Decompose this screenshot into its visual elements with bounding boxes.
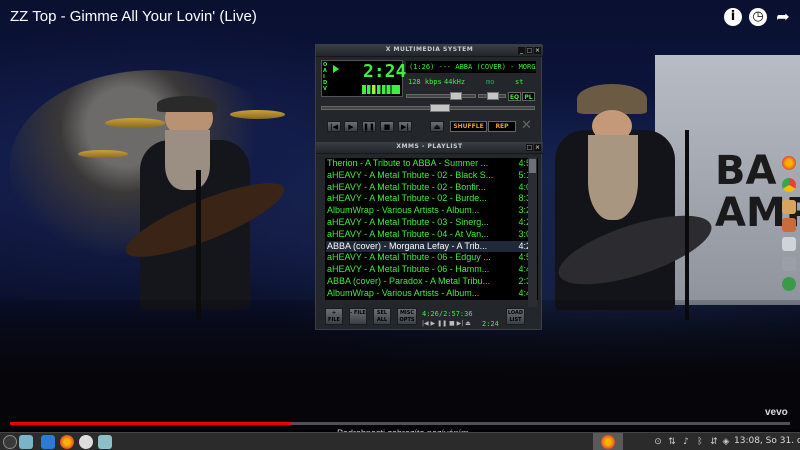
playlist-row[interactable]: aHEAVY - A Metal Tribute - 02 - Burde...… xyxy=(326,193,537,204)
repeat-button[interactable]: REP xyxy=(488,121,516,132)
clock-icon[interactable]: ◷ xyxy=(749,8,767,26)
playlist-row[interactable]: AlbumWrap - Various Artists - Album...4:… xyxy=(326,288,537,299)
beard xyxy=(165,130,210,190)
playlist-close-button[interactable]: × xyxy=(534,144,541,151)
playlist-scrollbar[interactable] xyxy=(528,157,537,307)
bluetooth-icon[interactable]: ᛒ xyxy=(695,437,705,447)
beard xyxy=(588,135,638,220)
network-icon[interactable]: ⇅ xyxy=(667,437,677,447)
cymbal xyxy=(230,110,285,119)
mic-stand xyxy=(196,170,201,320)
eject-button[interactable]: ⏏ xyxy=(430,121,444,132)
video-title[interactable]: ZZ Top - Gimme All Your Lovin' (Live) xyxy=(10,8,257,25)
remove-file-button[interactable]: - FILE xyxy=(349,308,367,325)
share-icon[interactable]: ➦ xyxy=(774,8,792,26)
playlist-row[interactable]: aHEAVY - A Metal Tribute - 03 - Sinerg..… xyxy=(326,217,537,228)
elapsed-time[interactable]: 2:24 xyxy=(363,61,406,82)
firefox-icon xyxy=(601,435,615,449)
stop-button[interactable]: ■ xyxy=(380,121,394,132)
stereo-indicator: st xyxy=(515,78,524,86)
previous-button[interactable]: |◀ xyxy=(327,121,341,132)
show-desktop-icon[interactable] xyxy=(19,435,33,449)
bitrate: 128 kbps xyxy=(408,78,442,86)
playlist-shade-button[interactable]: □ xyxy=(526,144,533,151)
app-dock-icon[interactable] xyxy=(782,218,796,232)
seek-slider[interactable] xyxy=(321,104,535,112)
video-progress-bar[interactable] xyxy=(10,422,790,425)
obs-icon[interactable] xyxy=(79,435,93,449)
app-launcher-icon[interactable] xyxy=(41,435,55,449)
mic-stand xyxy=(685,130,689,320)
select-all-button[interactable]: SEL ALL xyxy=(373,308,391,325)
firefox-dock-icon[interactable] xyxy=(782,156,796,170)
next-button[interactable]: ▶| xyxy=(398,121,412,132)
shade-button[interactable]: □ xyxy=(526,47,533,54)
info-icon[interactable]: i xyxy=(724,8,742,26)
minimize-button[interactable]: _ xyxy=(518,47,525,54)
playlist-row[interactable]: Therion - A Tribute to ABBA - Summer ...… xyxy=(326,158,537,169)
xmms-titlebar[interactable]: X MULTIMEDIA SYSTEM _ □ × xyxy=(316,45,543,57)
song-marquee: (1:26) --- ABBA (COVER) - MORGANA xyxy=(406,61,536,73)
hat xyxy=(157,96,217,112)
seek-knob[interactable] xyxy=(430,104,450,112)
volume-knob[interactable] xyxy=(450,92,462,100)
firefox-icon[interactable] xyxy=(60,435,74,449)
steam-icon[interactable]: ⊙ xyxy=(653,437,663,447)
misc-options-button[interactable]: MISC OPTS xyxy=(397,308,417,325)
clock[interactable]: 13:08, So 31. dec xyxy=(734,436,800,446)
video-progress-fill xyxy=(10,422,291,425)
shuffle-button[interactable]: SHUFFLE xyxy=(450,121,487,132)
shield-icon[interactable]: ◈ xyxy=(721,437,731,447)
editor-dock-icon[interactable] xyxy=(782,237,796,251)
xmms-window[interactable]: X MULTIMEDIA SYSTEM _ □ × OAIDV 2:24 (1:… xyxy=(315,44,543,330)
playlist-row[interactable]: aHEAVY - A Metal Tribute - 02 - Bonfir..… xyxy=(326,182,537,193)
app-dock-icon[interactable] xyxy=(782,277,796,291)
vevo-watermark: vevo xyxy=(765,407,788,418)
balance-slider[interactable] xyxy=(478,92,506,100)
samplerate: 44kHz xyxy=(444,78,466,86)
pause-button[interactable]: ❚❚ xyxy=(362,121,376,132)
menu-icon[interactable] xyxy=(3,435,17,449)
mono-indicator: mo xyxy=(486,78,495,86)
files-icon[interactable] xyxy=(98,435,112,449)
cymbal xyxy=(78,150,128,158)
load-list-button[interactable]: LOAD LIST xyxy=(506,308,525,325)
playlist-mini-controls[interactable]: |◀ ▶ ❚❚ ■ ▶| ⏏ xyxy=(422,320,471,327)
volume-icon[interactable]: ♪ xyxy=(681,437,691,447)
playlist-elapsed: 2:24 xyxy=(482,320,499,328)
cymbal xyxy=(105,118,165,128)
mode-letters: OAIDV xyxy=(323,62,328,92)
close-button[interactable]: × xyxy=(534,47,541,54)
chrome-dock-icon[interactable] xyxy=(782,178,796,192)
playlist-list[interactable]: Therion - A Tribute to ABBA - Summer ...… xyxy=(325,158,538,300)
xmms-title: X MULTIMEDIA SYSTEM xyxy=(385,46,474,53)
playlist-title: XMMS - PLAYLIST xyxy=(396,143,463,150)
arrows-icon[interactable]: ⇵ xyxy=(709,437,719,447)
play-button[interactable]: ▶ xyxy=(344,121,358,132)
add-file-button[interactable]: + FILE xyxy=(325,308,343,325)
taskbar: ⊙ ⇅ ♪ ᛒ ⇵ ◈ 13:08, So 31. dec xyxy=(0,432,800,450)
app-dock-icon[interactable] xyxy=(782,200,796,214)
playlist-row[interactable]: AlbumWrap - Various Artists - Album...3:… xyxy=(326,205,537,216)
playlist-titlebar[interactable]: XMMS - PLAYLIST □ × xyxy=(316,142,543,154)
eq-toggle[interactable]: EQ xyxy=(508,92,521,101)
files-dock-icon[interactable] xyxy=(782,257,796,271)
xmms-logo-icon[interactable]: ✕ xyxy=(521,119,536,133)
volume-slider[interactable] xyxy=(406,92,476,100)
active-window-button[interactable] xyxy=(593,433,623,450)
playlist-toggle[interactable]: PL xyxy=(522,92,535,101)
playlist-row[interactable]: aHEAVY - A Metal Tribute - 06 - Hamm...4… xyxy=(326,264,537,275)
playlist-row[interactable]: ABBA (cover) - Paradox - A Metal Tribu..… xyxy=(326,276,537,287)
balance-knob[interactable] xyxy=(487,92,499,100)
playlist-scroll-knob[interactable] xyxy=(529,159,536,173)
play-indicator-icon xyxy=(333,65,339,73)
playlist-row[interactable]: aHEAVY - A Metal Tribute - 04 - At Van..… xyxy=(326,229,537,240)
spectrum-analyzer xyxy=(362,85,400,94)
playlist-row[interactable]: aHEAVY - A Metal Tribute - 06 - Edguy ..… xyxy=(326,252,537,263)
playlist-total-time: 4:26/2:57:36 xyxy=(422,310,473,318)
playlist-row[interactable]: aHEAVY - A Metal Tribute - 02 - Black S.… xyxy=(326,170,537,181)
playlist-row-current[interactable]: ABBA (cover) - Morgana Lefay - A Trib...… xyxy=(326,240,537,252)
